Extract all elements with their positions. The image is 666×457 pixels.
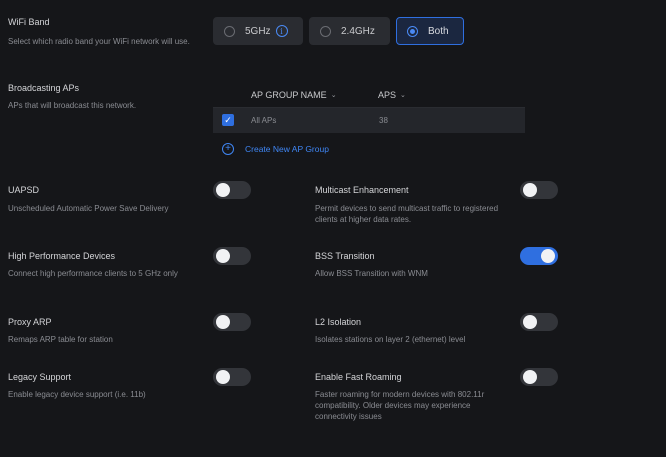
high-performance-description: Connect high performance clients to 5 GH… — [8, 269, 178, 278]
chevron-down-icon: ⌄ — [400, 92, 406, 99]
radio-2-4ghz[interactable] — [320, 25, 331, 37]
radio-both[interactable] — [407, 25, 418, 37]
wifi-band-label: WiFi Band — [8, 17, 50, 27]
l2-isolation-toggle[interactable] — [520, 313, 558, 331]
toggle-knob — [523, 370, 537, 384]
band-option-both-label: Both — [428, 25, 449, 37]
proxy-arp-label: Proxy ARP — [8, 317, 52, 327]
legacy-support-toggle[interactable] — [213, 368, 251, 386]
fast-roaming-toggle[interactable] — [520, 368, 558, 386]
high-performance-toggle[interactable] — [213, 247, 251, 265]
toggle-knob — [216, 315, 230, 329]
band-option-2-4ghz-label: 2.4GHz — [341, 25, 375, 37]
column-header-ap-group-name[interactable]: AP GROUP NAME ⌄ — [251, 90, 337, 100]
toggle-knob — [523, 183, 537, 197]
l2-isolation-description: Isolates stations on layer 2 (ethernet) … — [315, 335, 466, 344]
broadcasting-aps-description: APs that will broadcast this network. — [8, 101, 137, 110]
plus-icon: + — [222, 143, 234, 155]
toggle-knob — [523, 315, 537, 329]
fast-roaming-description: Faster roaming for modern devices with 8… — [315, 390, 485, 421]
table-row[interactable]: ✓ All APs 38 — [213, 108, 525, 133]
bss-transition-label: BSS Transition — [315, 251, 375, 261]
legacy-support-description: Enable legacy device support (i.e. 11b) — [8, 390, 146, 399]
proxy-arp-toggle[interactable] — [213, 313, 251, 331]
toggle-knob — [216, 249, 230, 263]
multicast-enhancement-description: Permit devices to send multicast traffic… — [315, 204, 499, 224]
column-header-aps-label: APS — [378, 90, 397, 100]
band-option-5ghz-label: 5GHz — [245, 25, 271, 37]
band-option-both[interactable]: Both — [396, 17, 464, 45]
uapsd-description: Unscheduled Automatic Power Save Deliver… — [8, 204, 169, 213]
wifi-band-description: Select which radio band your WiFi networ… — [8, 37, 190, 46]
chevron-down-icon: ⌄ — [330, 92, 337, 99]
multicast-enhancement-toggle[interactable] — [520, 181, 558, 199]
toggle-knob — [541, 249, 555, 263]
toggle-knob — [216, 183, 230, 197]
radio-5ghz[interactable] — [224, 25, 235, 37]
broadcasting-aps-label: Broadcasting APs — [8, 83, 80, 93]
band-option-2-4ghz[interactable]: 2.4GHz — [309, 17, 390, 45]
fast-roaming-label: Enable Fast Roaming — [315, 372, 402, 382]
create-new-ap-group-link[interactable]: + Create New AP Group — [222, 143, 329, 155]
proxy-arp-description: Remaps ARP table for station — [8, 335, 113, 344]
bss-transition-toggle[interactable] — [520, 247, 558, 265]
l2-isolation-label: L2 Isolation — [315, 317, 362, 327]
row-checkbox[interactable]: ✓ — [222, 114, 234, 126]
column-header-aps[interactable]: APS ⌄ — [378, 90, 406, 100]
bss-transition-description: Allow BSS Transition with WNM — [315, 269, 428, 278]
create-new-ap-group-label: Create New AP Group — [245, 144, 329, 154]
uapsd-toggle[interactable] — [213, 181, 251, 199]
aps-count-cell: 38 — [379, 116, 388, 125]
band-option-5ghz[interactable]: 5GHz i — [213, 17, 303, 45]
uapsd-label: UAPSD — [8, 185, 40, 195]
multicast-enhancement-label: Multicast Enhancement — [315, 185, 409, 195]
info-icon[interactable]: i — [275, 25, 288, 37]
column-header-ap-group-name-label: AP GROUP NAME — [251, 90, 327, 100]
ap-group-name-cell: All APs — [251, 116, 277, 125]
legacy-support-label: Legacy Support — [8, 372, 72, 382]
toggle-knob — [216, 370, 230, 384]
high-performance-label: High Performance Devices — [8, 251, 116, 261]
